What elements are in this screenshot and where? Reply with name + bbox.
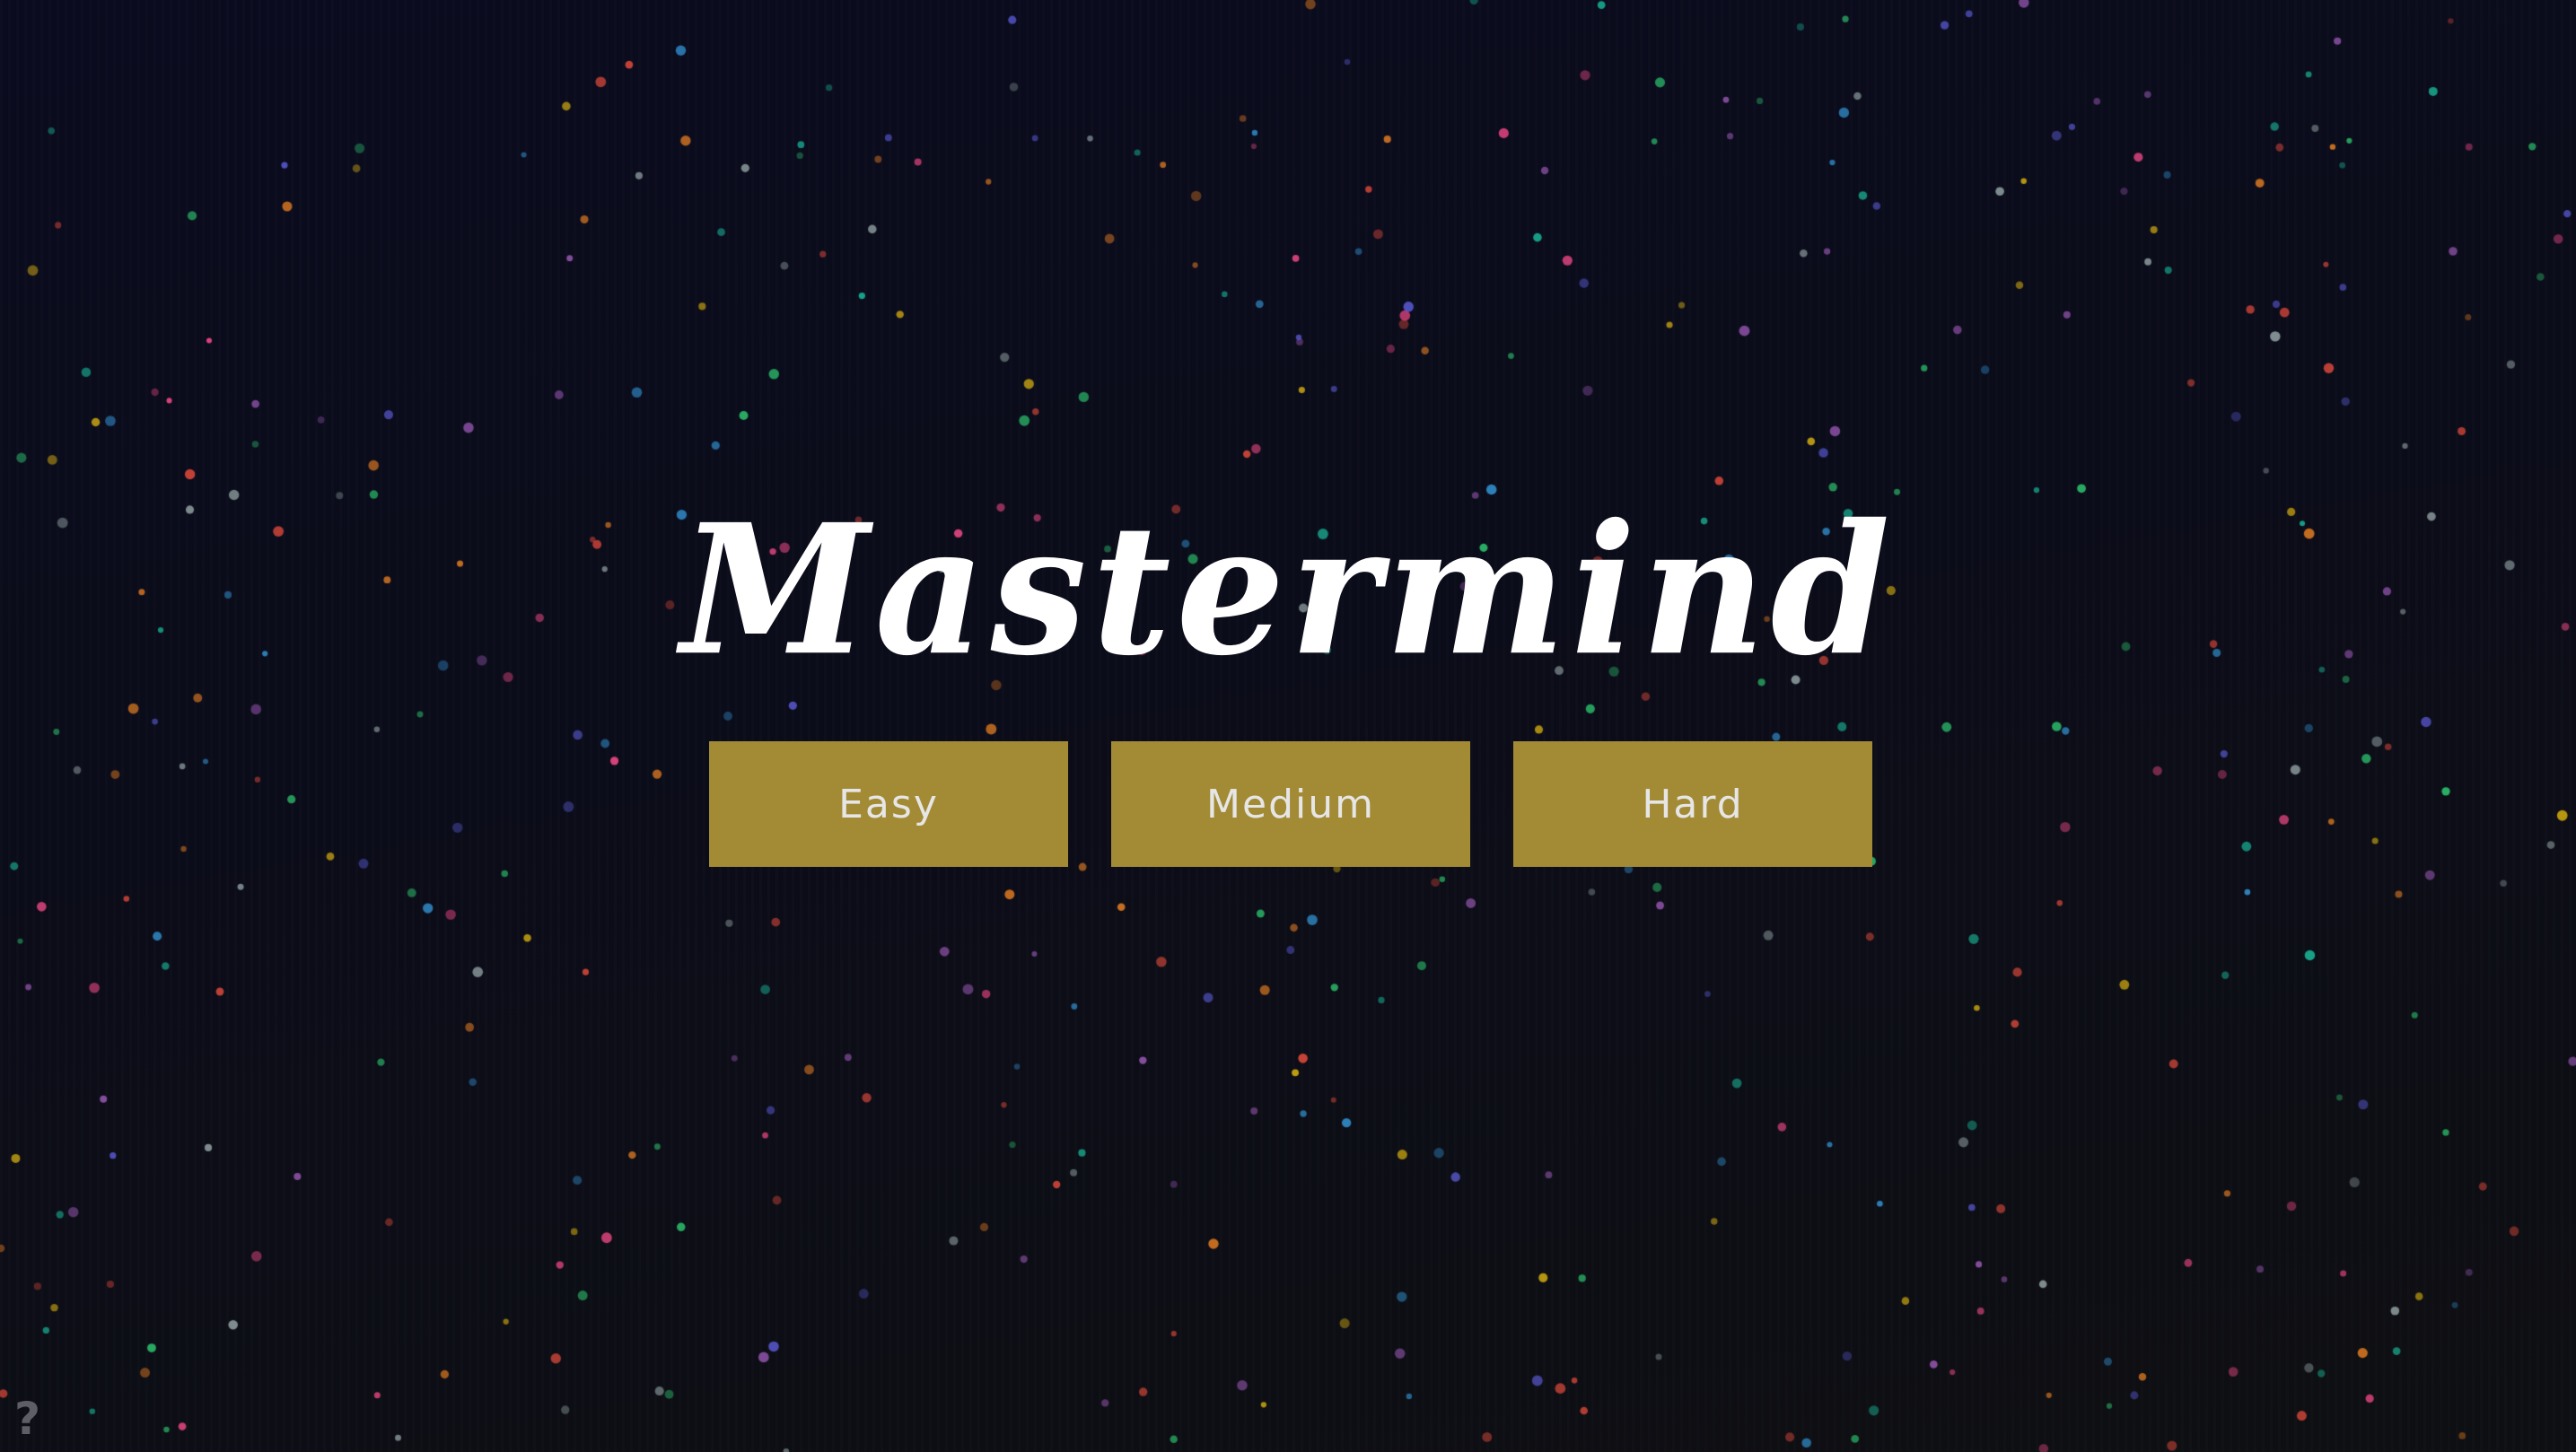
difficulty-selector: Easy Medium Hard: [709, 741, 1872, 867]
help-icon[interactable]: ?: [14, 1393, 40, 1445]
medium-button[interactable]: Medium: [1111, 741, 1470, 867]
hard-button[interactable]: Hard: [1513, 741, 1872, 867]
easy-button[interactable]: Easy: [709, 741, 1068, 867]
starfield-background: [0, 0, 2576, 1452]
game-title: Mastermind: [680, 485, 1896, 695]
